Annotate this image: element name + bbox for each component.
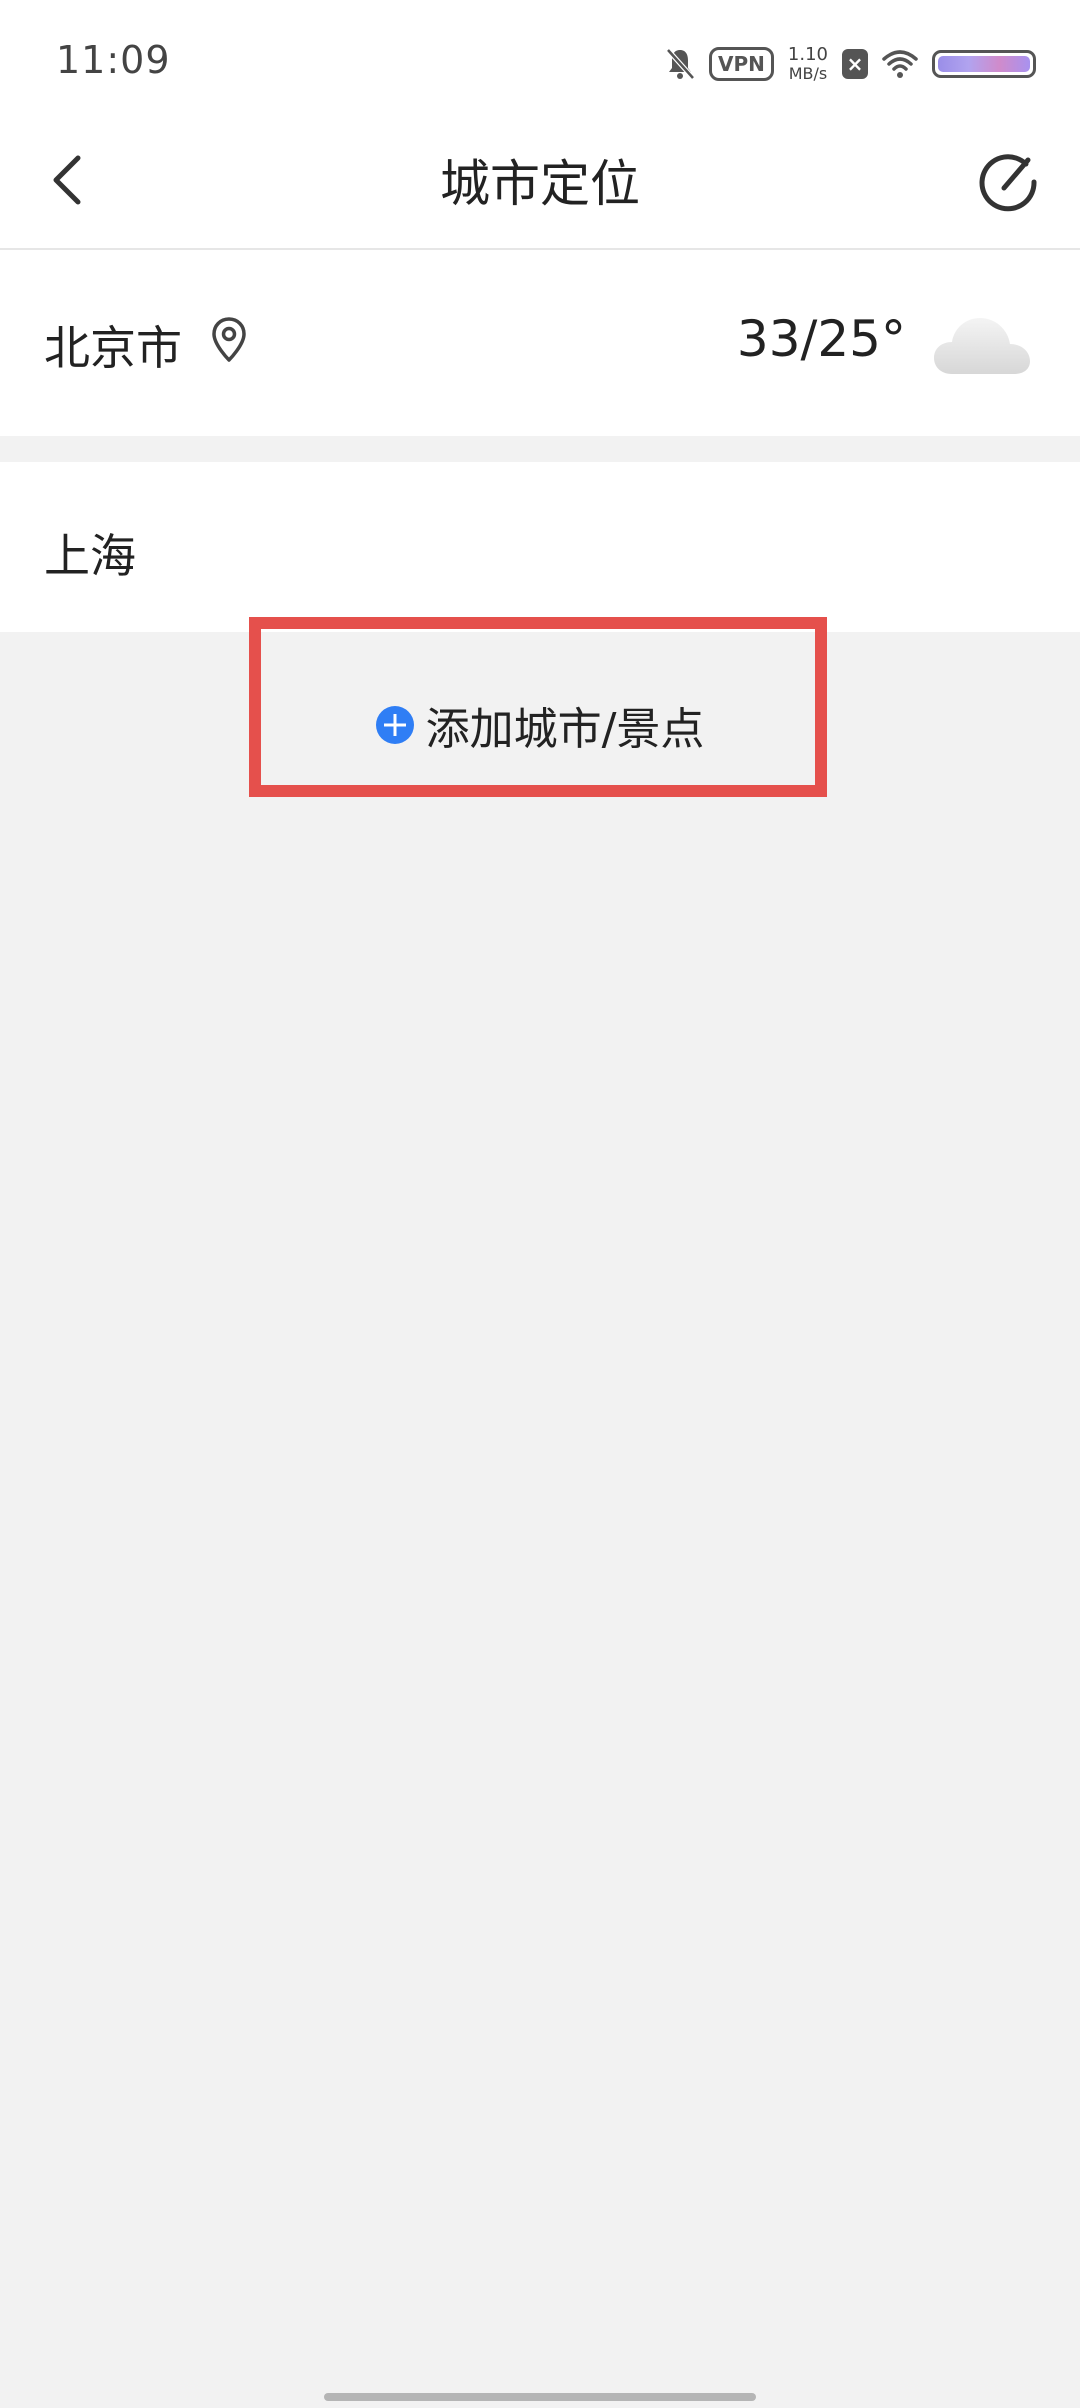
add-city-button[interactable]: 添加城市/景点 <box>0 660 1080 790</box>
status-icons: VPN 1.10 MB/s × <box>665 40 1036 88</box>
plus-circle-icon <box>375 706 414 744</box>
home-indicator <box>324 2393 756 2401</box>
net-speed-value: 1.10 <box>787 44 828 65</box>
bell-muted-icon <box>666 48 695 80</box>
status-time: 11:09 <box>56 38 171 82</box>
net-speed: 1.10 MB/s <box>788 45 828 83</box>
city-row-beijing[interactable]: 北京市 33/25° <box>0 250 1080 436</box>
city-name: 上海 <box>44 529 136 583</box>
cloudy-icon <box>934 318 1030 374</box>
wifi-icon <box>882 50 918 78</box>
city-name: 北京市 <box>44 321 182 375</box>
battery-icon <box>932 50 1036 78</box>
page-title: 城市定位 <box>440 155 640 213</box>
city-row-shanghai[interactable]: 上海 <box>0 462 1080 632</box>
battery-fill <box>938 56 1030 72</box>
add-city-label: 添加城市/景点 <box>425 704 705 755</box>
location-pin-icon <box>212 317 246 362</box>
temperature: 33/25° <box>736 310 906 368</box>
sim-x-icon: × <box>842 49 868 79</box>
app-header: 城市定位 <box>0 120 1080 250</box>
status-bar: 11:09 VPN 1.10 MB/s × <box>0 0 1080 120</box>
vpn-icon: VPN <box>709 47 774 81</box>
net-speed-unit: MB/s <box>788 64 828 83</box>
check-circle-icon <box>979 154 1037 212</box>
edit-button[interactable] <box>968 142 1048 222</box>
